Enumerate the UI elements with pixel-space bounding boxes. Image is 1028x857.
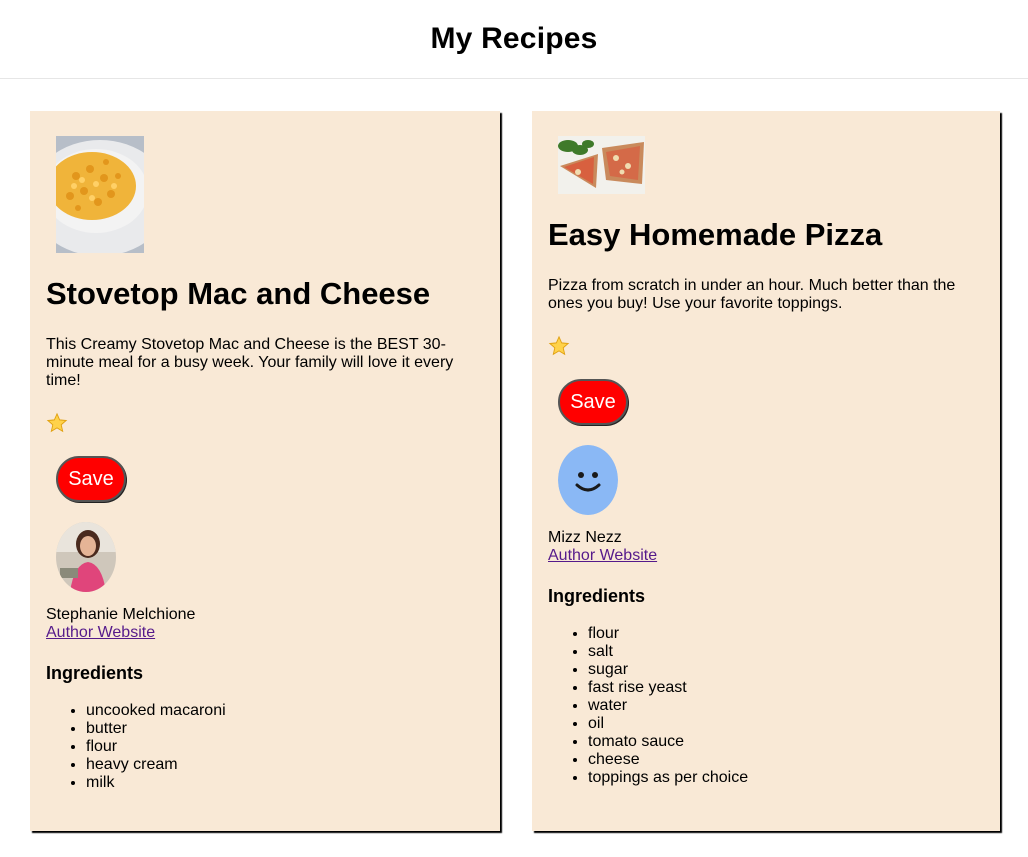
recipe-image <box>56 136 144 253</box>
ingredient-item: salt <box>588 643 984 661</box>
recipe-title: Stovetop Mac and Cheese <box>46 276 431 311</box>
author-name: Stephanie Melchione <box>46 606 196 623</box>
recipe-description: Pizza from scratch in under an hour. Muc… <box>548 277 956 312</box>
ingredients-list: uncooked macaroni butter flour heavy cre… <box>46 702 484 792</box>
save-button[interactable]: Save <box>56 456 126 502</box>
ingredient-item: oil <box>588 715 984 733</box>
ingredient-item: sugar <box>588 661 984 679</box>
save-button[interactable]: Save <box>558 379 628 425</box>
star-icon <box>46 412 68 433</box>
ingredient-item: butter <box>86 720 484 738</box>
recipe-image <box>558 136 645 194</box>
star-icon <box>548 335 570 356</box>
ingredient-item: tomato sauce <box>588 733 984 751</box>
ingredients-heading: Ingredients <box>548 586 646 606</box>
ingredient-item: heavy cream <box>86 756 484 774</box>
recipe-title: Easy Homemade Pizza <box>548 217 883 252</box>
author-website-link[interactable]: Author Website <box>548 547 657 565</box>
recipe-card: Stovetop Mac and Cheese This Creamy Stov… <box>30 111 500 831</box>
ingredients-list: flour salt sugar fast rise yeast water o… <box>548 625 984 787</box>
page-title: My Recipes <box>430 22 598 55</box>
ingredient-item: uncooked macaroni <box>86 702 484 720</box>
ingredient-item: toppings as per choice <box>588 769 984 787</box>
ingredient-item: flour <box>86 738 484 756</box>
author-avatar <box>56 522 116 592</box>
author-website-link[interactable]: Author Website <box>46 624 155 642</box>
smiley-avatar-icon <box>558 445 618 515</box>
author-name: Mizz Nezz <box>548 529 622 546</box>
ingredient-item: flour <box>588 625 984 643</box>
ingredient-item: cheese <box>588 751 984 769</box>
ingredient-item: fast rise yeast <box>588 679 984 697</box>
ingredient-item: milk <box>86 774 484 792</box>
recipe-list: Stovetop Mac and Cheese This Creamy Stov… <box>0 79 1028 857</box>
page-header: My Recipes <box>0 0 1028 79</box>
recipe-description: This Creamy Stovetop Mac and Cheese is t… <box>46 336 454 389</box>
recipe-card: Easy Homemade Pizza Pizza from scratch i… <box>532 111 1000 831</box>
ingredient-item: water <box>588 697 984 715</box>
ingredients-heading: Ingredients <box>46 663 144 683</box>
